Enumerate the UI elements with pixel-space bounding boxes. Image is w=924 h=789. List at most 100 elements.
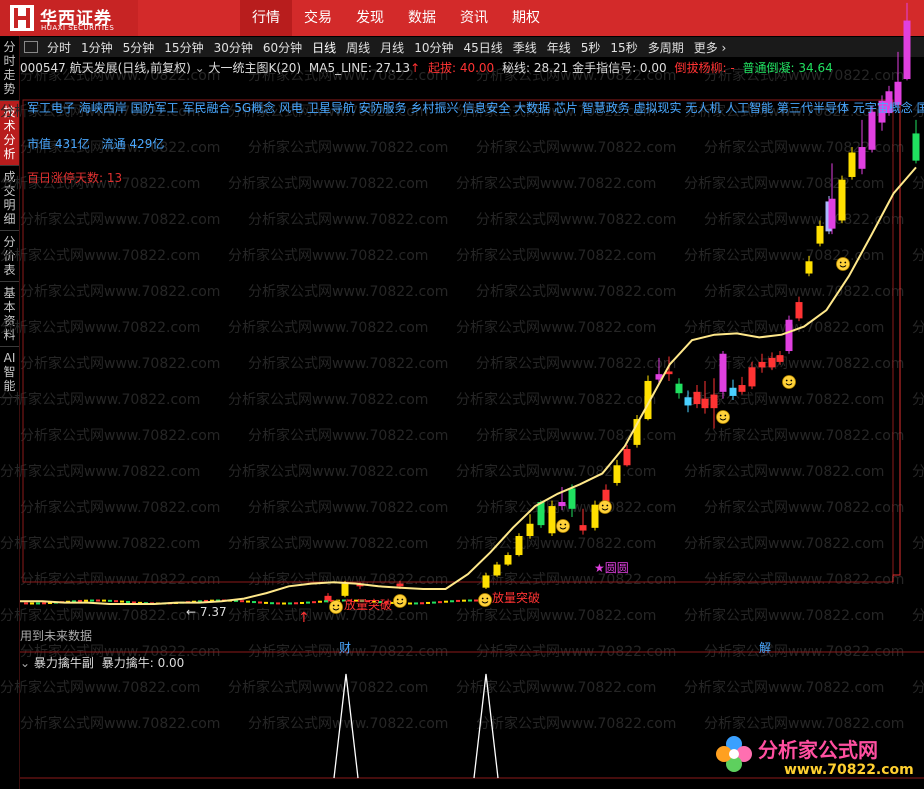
watermark-text: 分析家公式网www.70822.com [248,355,448,372]
candle-body [558,502,566,507]
candle-small [426,601,430,604]
candle-body [504,555,512,565]
jie-marker[interactable]: 解 [759,639,771,656]
smiley-eye [396,598,399,601]
circle-label: ★圆圆 [594,561,629,575]
candle-small [240,600,244,603]
ma5-value: MA5_LINE: 27.13 [308,61,411,75]
watermark-text: 分析家公式网www.70822.com [456,535,656,552]
watermark-text: 分析家公式网www.70822.com [912,391,924,408]
watermark-text: 分析家公式网www.70822.com [456,607,656,624]
watermark-text: 分析家公式网www.70822.com [20,715,220,732]
watermark-text: 分析家公式网www.70822.com [248,427,448,444]
smiley-eye [606,504,609,507]
stock-title[interactable]: 000547 航天发展(日线,前复权) [20,61,191,75]
watermark-text: 分析家公式网www.70822.com [228,535,428,552]
candle-small [294,602,298,605]
buy-arrow-icon: ↑ [298,610,310,626]
watermark-text: 分析家公式网www.70822.com [912,463,924,480]
smiley-icon [836,257,850,271]
candle-body [568,488,576,509]
smiley-face [556,519,570,533]
watermark-text: 分析家公式网www.70822.com [476,211,676,228]
candle-small [432,601,436,604]
candle-small [90,599,94,602]
watermark-text: 分析家公式网www.70822.com [704,571,904,588]
candle-small [120,600,124,603]
indicator-dropdown-icon[interactable]: ⌄ [195,61,205,75]
candle-small [264,601,268,604]
indicator-name[interactable]: 大一统主图K(20) [209,61,302,75]
watermark-text: 分析家公式网www.70822.com [20,283,220,300]
watermark-text: 分析家公式网www.70822.com [456,679,656,696]
candle-small [84,599,88,602]
candle-body [537,502,545,526]
watermark-text: 分析家公式网www.70822.com [684,535,884,552]
candle-small [252,601,256,604]
candle-small [288,602,292,605]
smiley-face [598,500,612,514]
watermark-text: 分析家公式网www.70822.com [228,391,428,408]
candle-body [838,179,846,221]
smiley-icon [478,593,492,607]
candle-small [300,601,304,604]
concept-tags[interactable]: 军工电子 海峡西岸 国防军工 军民融合 5G概念 风电 卫星导航 安防服务 乡村… [27,99,924,116]
candle-body [613,465,621,483]
candle-body [903,20,911,80]
limit-up-days: 百日涨停天数: 13 [27,171,123,185]
candle-body [729,387,737,396]
smiley-eye [401,598,404,601]
smiley-face [329,600,343,614]
smiley-icon [598,500,612,514]
candle-small [438,601,442,604]
watermark-text: 分析家公式网www.70822.com [912,607,924,624]
candle-small [450,600,454,603]
candle-body [828,198,836,229]
candle-small [474,599,478,602]
watermark-text: 分析家公式网www.70822.com [228,247,428,264]
watermark-text: 分析家公式网www.70822.com [912,247,924,264]
smiley-icon [556,519,570,533]
candle-small [246,600,250,603]
secret-value: 秘线: 28.21 [502,61,569,75]
candle-small [108,599,112,602]
watermark-text: 分析家公式网www.70822.com [912,679,924,696]
candle-small [462,599,466,602]
up-arrow-icon: ↑ [410,61,421,75]
candle-small [318,600,322,603]
candle-body [748,367,756,387]
watermark-layer: 分析家公式网www.70822.com 分析家公式网www.70822.com 分析… [0,67,924,732]
candle-body [776,355,784,362]
watermark-text: 分析家公式网www.70822.com [20,211,220,228]
smiley-eye [481,597,484,600]
candle-small [444,600,448,603]
watermark-text: 分析家公式网www.70822.com [248,283,448,300]
candle-body [526,523,534,536]
candle-small [270,602,274,605]
candle-small [324,600,328,603]
candle-body [795,302,803,319]
watermark-text: 分析家公式网www.70822.com [684,175,884,192]
watermark-text: 分析家公式网www.70822.com [228,607,428,624]
watermark-text: 分析家公式网www.70822.com [704,283,904,300]
watermark-text: 分析家公式网www.70822.com [476,427,676,444]
candle-small [96,599,100,602]
candle-small [282,602,286,605]
candle-small [420,602,424,605]
sub-title[interactable]: 暴力擒牛副 [34,656,94,670]
watermark-text: 分析家公式网www.70822.com [684,607,884,624]
sub-value: 暴力擒牛: 0.00 [101,656,185,670]
candle-small [24,602,28,605]
candle-body [816,225,824,244]
normal-value: 普通倒凝: 34.64 [742,61,833,75]
watermark-text: 分析家公式网www.70822.com [0,607,200,624]
cai-marker[interactable]: 财 [339,639,351,656]
flower-icon [716,736,752,772]
watermark-text: 分析家公式网www.70822.com [456,463,656,480]
smiley-eye [332,604,335,607]
candle-body [341,583,349,596]
sub-dropdown-icon[interactable]: ⌄ [20,656,30,670]
fl-label: 流通 [101,137,126,151]
candle-body [768,357,776,368]
smiley-face [836,257,850,271]
